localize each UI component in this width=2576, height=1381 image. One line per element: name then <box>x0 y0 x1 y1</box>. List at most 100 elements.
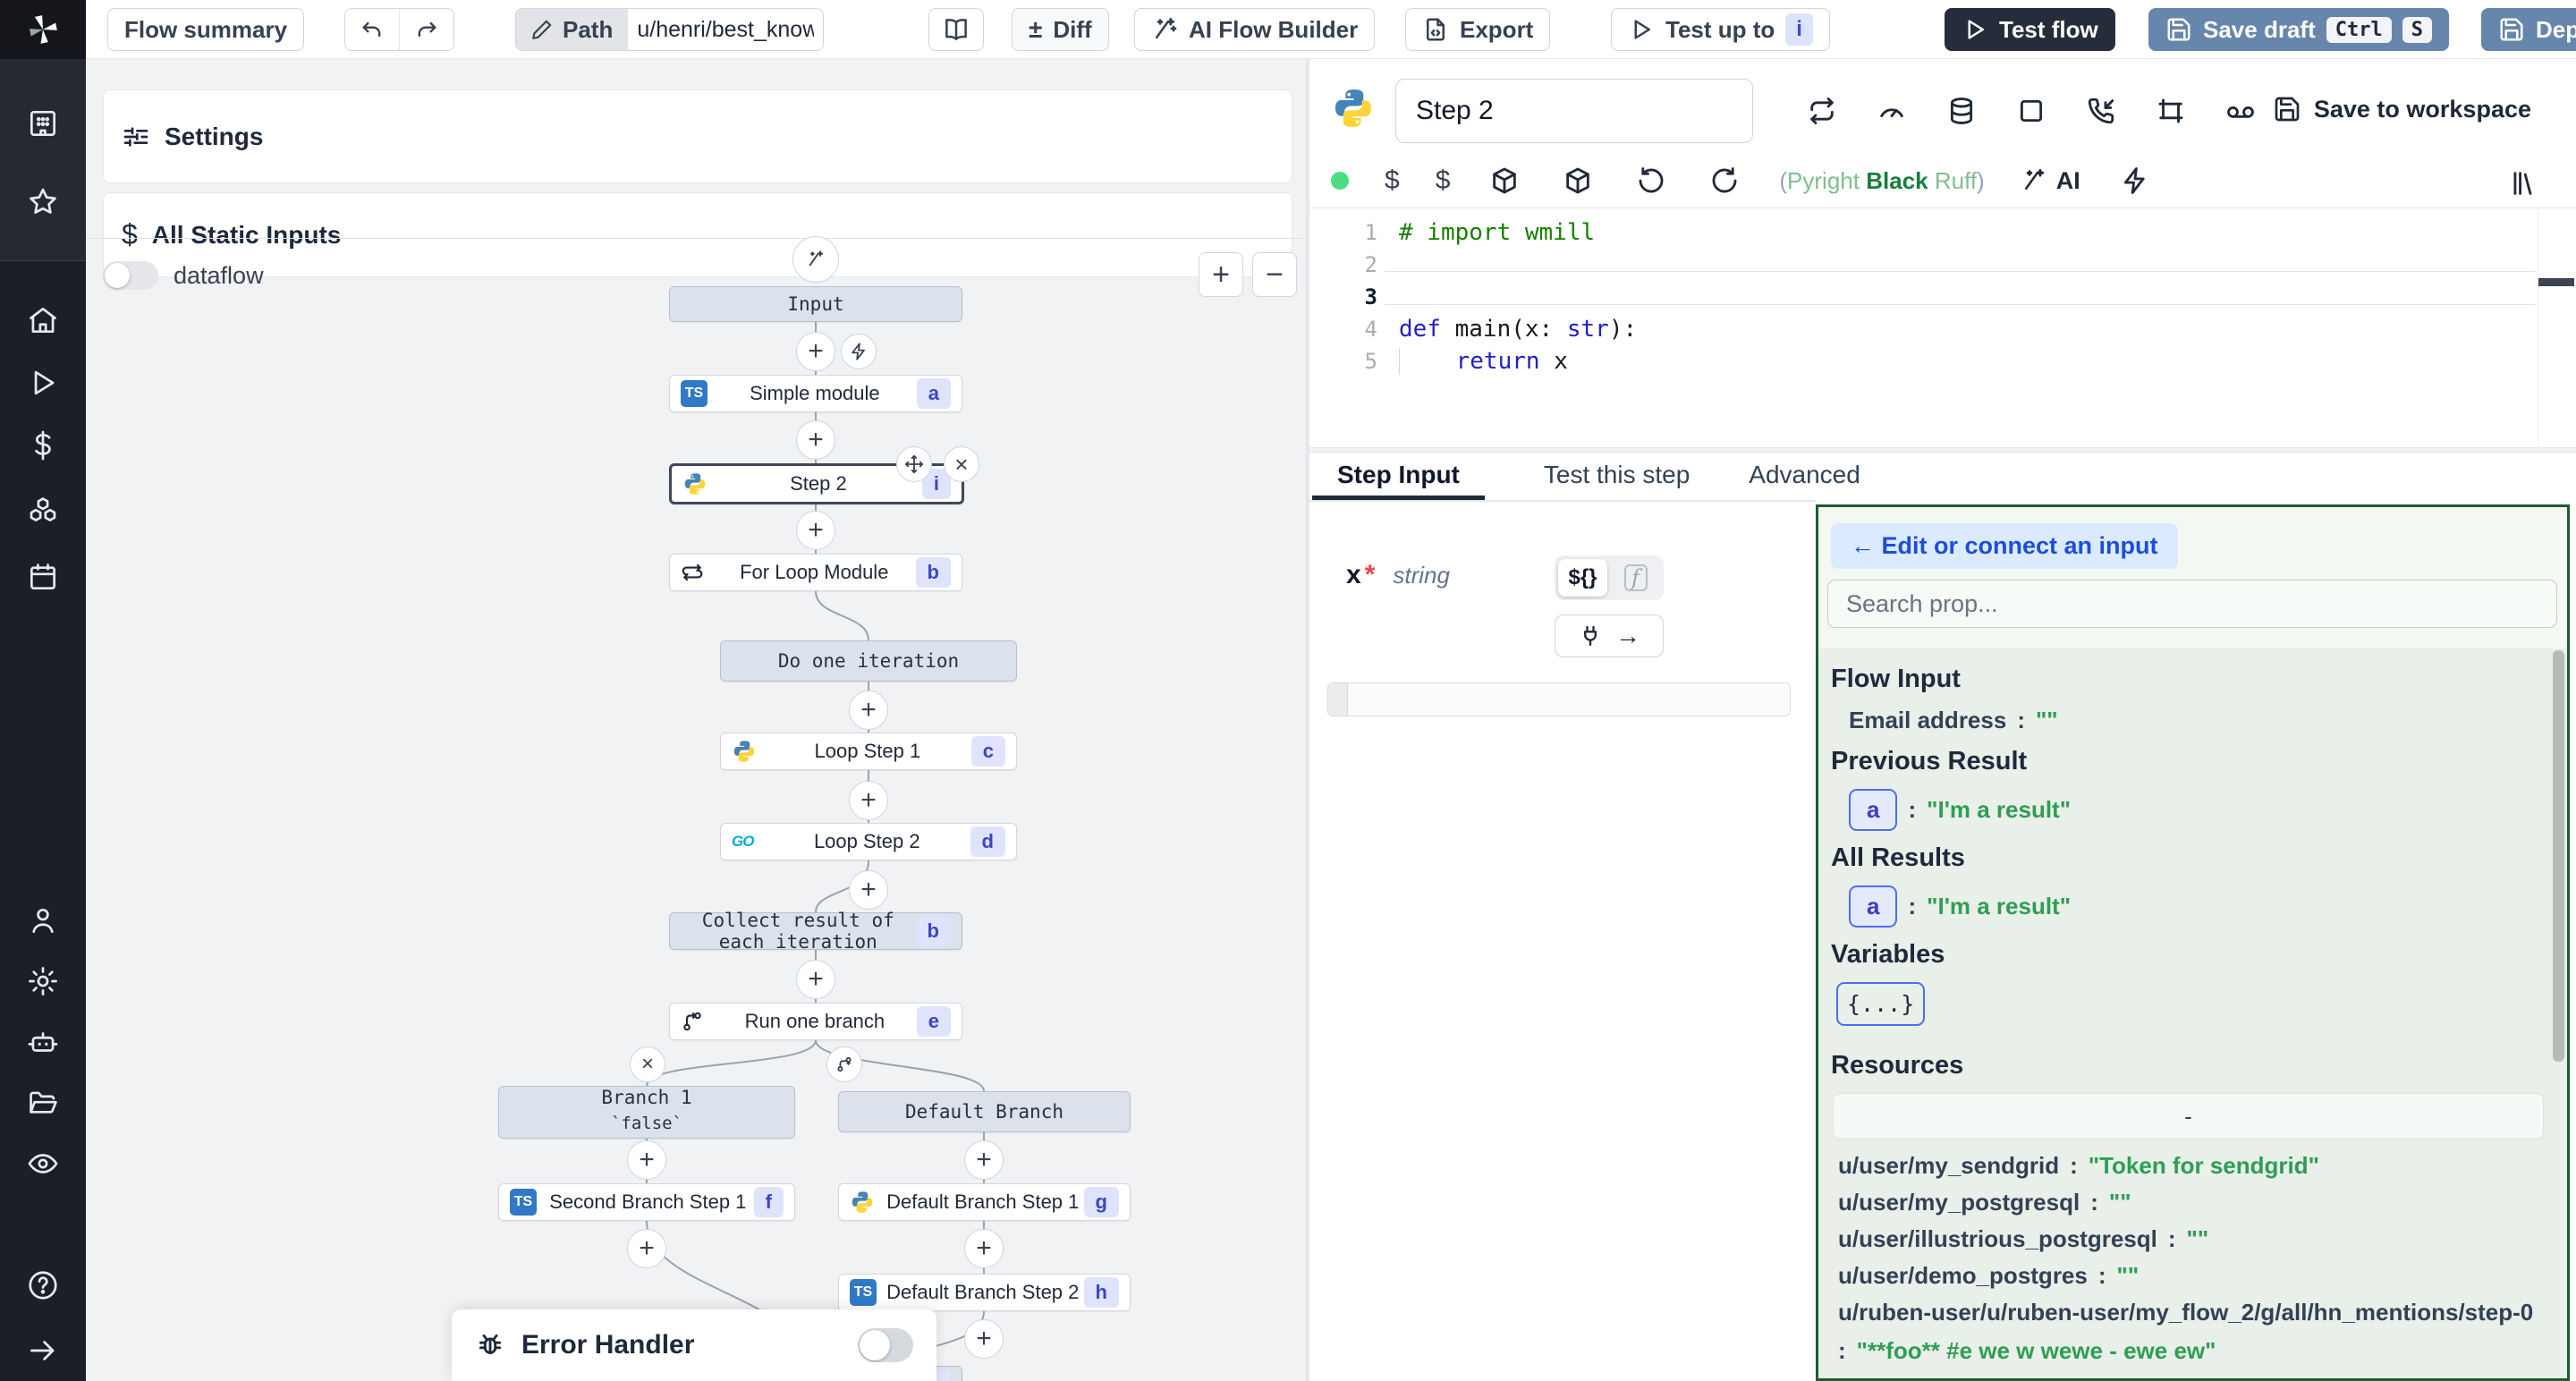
library-button[interactable] <box>2503 165 2540 202</box>
sidebar-item-runs[interactable] <box>25 365 61 401</box>
path-button[interactable]: Path <box>516 9 627 50</box>
node-input[interactable]: Input <box>669 286 962 322</box>
insert-step-button[interactable]: + <box>796 332 835 371</box>
sidebar-item-help[interactable] <box>25 1267 61 1303</box>
insert-step-button[interactable]: + <box>627 1229 666 1268</box>
node-default-branch-step-2[interactable]: TS Default Branch Step 2 h <box>838 1274 1131 1311</box>
node-loop-step-1[interactable]: Loop Step 1 c <box>720 733 1017 770</box>
node-default-branch[interactable]: Default Branch <box>838 1091 1131 1132</box>
insert-step-button[interactable]: + <box>796 511 835 550</box>
insert-step-button[interactable]: + <box>964 1140 1004 1180</box>
prop-search-input[interactable] <box>1827 580 2557 628</box>
zap-button[interactable] <box>2116 162 2154 199</box>
node-default-branch-step-1[interactable]: Default Branch Step 1 g <box>838 1183 1131 1221</box>
test-up-to-button[interactable]: Test up to i <box>1611 8 1830 51</box>
early-stop-button[interactable] <box>1873 92 1911 130</box>
cache-button[interactable] <box>1943 92 1980 130</box>
trigger-zap-button[interactable] <box>841 334 877 369</box>
suspend-button[interactable] <box>2082 92 2120 130</box>
function-mode-button[interactable]: f <box>1611 559 1660 597</box>
prop-previous-result[interactable]: a:"I'm a result" <box>1849 789 2537 831</box>
ai-wand-button[interactable] <box>792 236 839 283</box>
step-name-input[interactable] <box>1395 79 1753 143</box>
insert-step-button[interactable]: + <box>849 690 888 730</box>
flow-summary-button[interactable]: Flow summary <box>107 8 304 51</box>
node-second-branch-step-1[interactable]: TS Second Branch Step 1 f <box>498 1183 795 1221</box>
sidebar-item-variables[interactable] <box>25 428 61 463</box>
reset-button[interactable] <box>1632 162 1670 199</box>
sidebar-item-folders[interactable] <box>25 1085 61 1121</box>
ai-assistant-button[interactable]: AI <box>2021 167 2080 195</box>
move-node-button[interactable] <box>896 446 932 482</box>
template-mode-button[interactable]: ${} <box>1558 559 1607 597</box>
prop-flow-input[interactable]: Email address:"" <box>1849 707 2537 734</box>
path-input[interactable] <box>628 17 823 43</box>
node-run-one-branch[interactable]: Run one branch e <box>669 1003 962 1040</box>
save-draft-button[interactable]: Save draft Ctrl S <box>2148 8 2449 51</box>
insert-step-button[interactable]: + <box>796 960 835 999</box>
sidebar-collapse[interactable] <box>25 1333 61 1368</box>
add-branch-button[interactable] <box>826 1046 862 1082</box>
node-simple-module[interactable]: TS Simple module a <box>669 375 962 412</box>
step-id-badge[interactable]: a <box>1849 789 1897 831</box>
test-flow-button[interactable]: Test flow <box>1945 8 2115 51</box>
sidebar-item-users[interactable] <box>25 902 61 938</box>
resource-row[interactable]: u/ruben-user/u/ruben-user/my_flow_2/g/al… <box>1838 1299 2537 1365</box>
remove-branch-button[interactable]: × <box>630 1046 665 1082</box>
resource-row[interactable]: u/user/demo_postgres:"" <box>1838 1262 2537 1290</box>
tab-step-input[interactable]: Step Input <box>1312 453 1485 500</box>
reload-button[interactable] <box>1706 162 1743 199</box>
delete-node-button[interactable]: × <box>944 446 979 482</box>
retries-button[interactable] <box>1803 92 1841 130</box>
windmill-logo[interactable] <box>0 0 86 59</box>
save-to-workspace-button[interactable]: Save to workspace <box>2273 95 2531 123</box>
mock-button[interactable] <box>2012 92 2050 130</box>
argument-value-input[interactable] <box>1348 683 1790 716</box>
error-handler-toggle[interactable] <box>858 1328 913 1362</box>
tab-test-this-step[interactable]: Test this step <box>1544 453 1690 500</box>
package-button-2[interactable] <box>1559 162 1597 199</box>
insert-step-button[interactable]: + <box>964 1229 1004 1268</box>
redo-button[interactable] <box>399 9 453 50</box>
export-button[interactable]: Export <box>1405 8 1550 51</box>
package-button[interactable] <box>1486 162 1523 199</box>
edit-or-connect-chip[interactable]: ← Edit or connect an input <box>1831 523 2178 569</box>
sidebar-item-workspace[interactable] <box>25 106 61 141</box>
node-for-loop[interactable]: For Loop Module b <box>669 554 962 591</box>
flow-canvas[interactable]: Settings $ All Static Inputs dataflow + … <box>86 59 1306 1381</box>
sidebar-item-resources[interactable] <box>25 493 61 529</box>
insert-step-button[interactable]: + <box>849 781 888 820</box>
connect-input-button[interactable]: → <box>1555 614 1664 657</box>
node-do-one-iteration[interactable]: Do one iteration <box>720 640 1017 682</box>
scrollbar-thumb[interactable] <box>2553 650 2564 1062</box>
node-collect-result[interactable]: Collect result of each iteration b <box>669 912 962 950</box>
sidebar-item-audit[interactable] <box>25 1146 61 1182</box>
resource-row[interactable]: u/user/my_postgresql:"" <box>1838 1189 2537 1216</box>
deploy-button[interactable]: Deploy <box>2481 8 2576 51</box>
sidebar-item-schedules[interactable] <box>25 559 61 595</box>
prop-all-results[interactable]: a:"I'm a result" <box>1849 885 2537 928</box>
undo-button[interactable] <box>345 9 399 50</box>
sidebar-item-workers[interactable] <box>25 1024 61 1060</box>
insert-step-button[interactable]: + <box>796 420 835 460</box>
tab-advanced[interactable]: Advanced <box>1749 453 1860 500</box>
node-loop-step-2[interactable]: GO Loop Step 2 d <box>720 823 1017 860</box>
sidebar-item-settings[interactable] <box>25 963 61 999</box>
resource-row[interactable]: u/user/illustrious_postgresql:"" <box>1838 1225 2537 1253</box>
diff-button[interactable]: ± Diff <box>1012 8 1109 51</box>
sleep-button[interactable] <box>2222 92 2259 130</box>
resource-row[interactable]: u/user/my_sendgrid:"Token for sendgrid" <box>1838 1152 2537 1180</box>
docs-button[interactable] <box>928 8 984 51</box>
variables-badge[interactable]: {...} <box>1836 982 1925 1026</box>
code-editor[interactable]: 1 # import wmill 2 3 4 def main(x: str):… <box>1309 208 2576 447</box>
field-grip[interactable] <box>1328 683 1348 716</box>
step-id-badge[interactable]: a <box>1849 885 1897 928</box>
sidebar-item-home[interactable] <box>25 302 61 338</box>
variable-picker-button[interactable]: $ <box>1385 165 1400 196</box>
insert-step-button[interactable]: + <box>849 870 888 910</box>
pin-button[interactable] <box>2152 92 2190 130</box>
ai-flow-builder-button[interactable]: AI Flow Builder <box>1134 8 1375 51</box>
insert-step-button[interactable]: + <box>964 1319 1004 1359</box>
sidebar-item-favorites[interactable] <box>25 184 61 220</box>
insert-step-button[interactable]: + <box>627 1140 666 1180</box>
